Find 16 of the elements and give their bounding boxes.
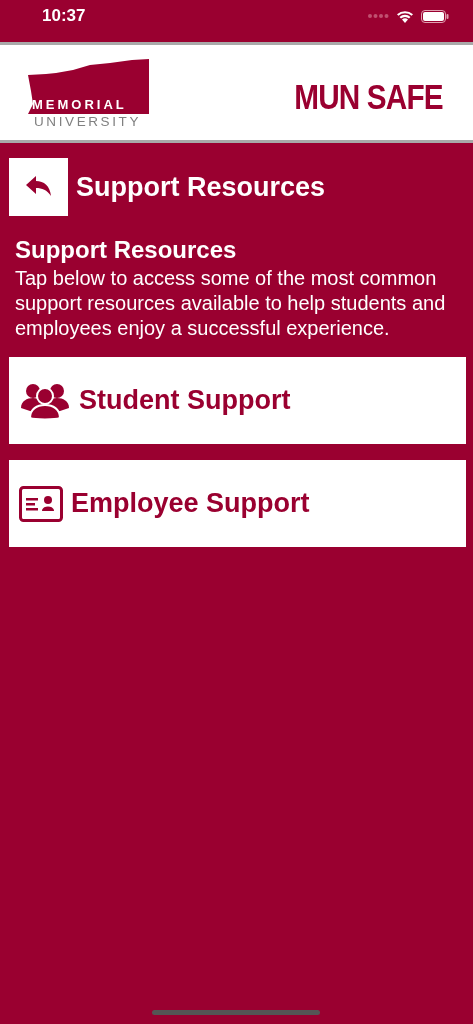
logo-wordmark: MEMORIAL — [32, 96, 127, 112]
back-arrow-icon — [25, 176, 52, 198]
cellular-signal-icon — [367, 13, 389, 19]
support-item[interactable]: Student Support — [9, 357, 466, 444]
logo-subtitle: UNIVERSITY — [34, 113, 141, 129]
wifi-icon — [396, 9, 414, 23]
page-title: Support Resources — [76, 171, 326, 203]
back-button[interactable] — [9, 158, 68, 216]
app-name: MUN SAFE — [294, 76, 443, 117]
section-heading: Support Resources — [15, 236, 238, 264]
intro-paragraph: Tap below to access some of the most common support resources available to help students and employees enjoy a successful experience. — [15, 266, 447, 341]
support-item[interactable]: Employee Support — [9, 460, 466, 547]
id-card-icon — [19, 485, 63, 522]
people-group-icon — [19, 381, 71, 420]
battery-icon — [421, 9, 449, 23]
status-time: 10:37 — [42, 6, 86, 26]
